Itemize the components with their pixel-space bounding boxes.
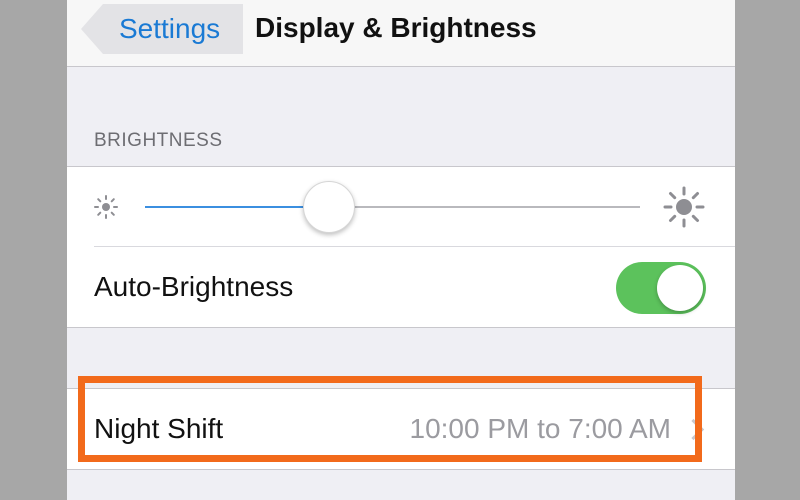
sun-large-icon (663, 186, 705, 228)
back-button[interactable]: Settings (81, 4, 243, 54)
navigation-bar: Settings Display & Brightness (67, 0, 735, 67)
night-shift-row[interactable]: Night Shift 10:00 PM to 7:00 AM (67, 389, 735, 469)
auto-brightness-label: Auto-Brightness (94, 271, 294, 302)
night-shift-schedule: 10:00 PM to 7:00 AM (409, 413, 672, 444)
chevron-right-icon (682, 418, 705, 441)
night-shift-label: Night Shift (94, 413, 224, 444)
settings-screen: Settings Display & Brightness BRIGHTNESS (67, 0, 735, 500)
brightness-slider-row (67, 167, 735, 247)
sun-small-icon (94, 195, 118, 219)
brightness-group: Auto-Brightness (67, 166, 735, 328)
brightness-slider-thumb[interactable] (303, 181, 355, 233)
section-header-brightness: BRIGHTNESS (94, 130, 223, 151)
page-title: Display & Brightness (255, 12, 537, 43)
back-button-label: Settings (119, 13, 221, 44)
brightness-slider-track[interactable] (330, 206, 640, 208)
night-shift-group: Night Shift 10:00 PM to 7:00 AM (67, 388, 735, 470)
auto-brightness-toggle[interactable] (616, 262, 706, 314)
toggle-knob (657, 265, 703, 311)
auto-brightness-row: Auto-Brightness (67, 247, 735, 327)
